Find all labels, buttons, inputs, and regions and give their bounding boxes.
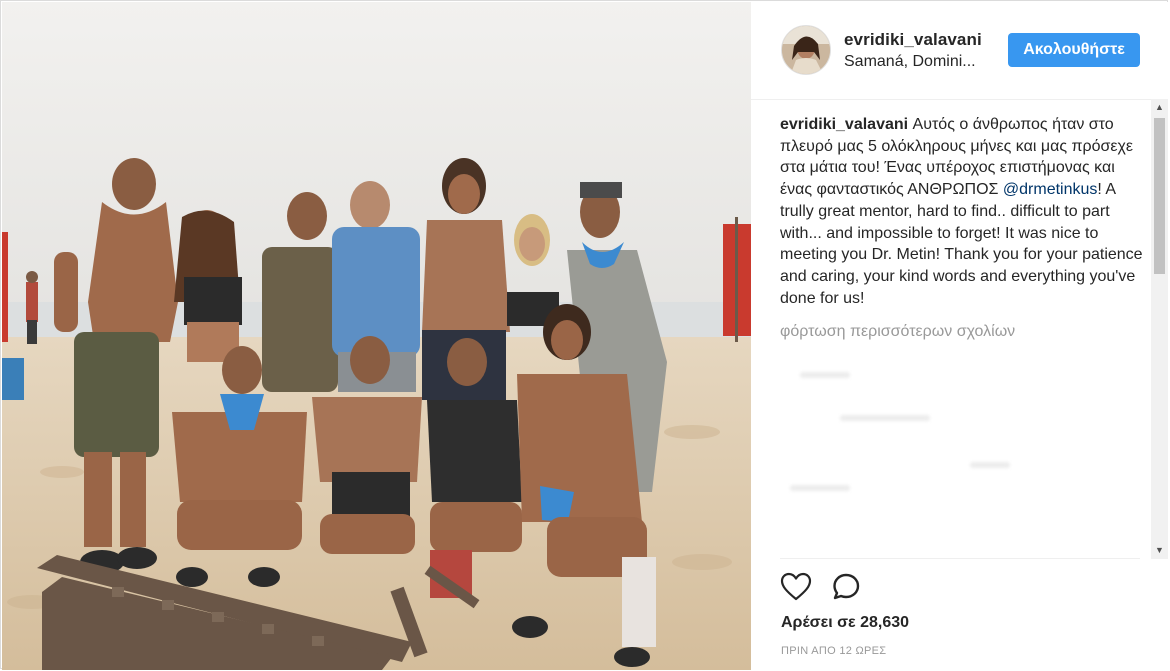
post-header: evridiki_valavani Samaná, Domini... Ακολ…: [751, 2, 1168, 100]
caption-mention-link[interactable]: @drmetinkus: [1003, 181, 1098, 198]
blurred-comment-area: [780, 367, 1150, 497]
likes-count[interactable]: Αρέσει σε 28,630: [781, 614, 909, 632]
post-caption: evridiki_valavani Αυτός ο άνθρωπος ήταν …: [780, 114, 1150, 309]
user-avatar[interactable]: [781, 25, 831, 75]
post-location[interactable]: Samaná, Domini...: [844, 53, 976, 71]
speech-bubble-outline-icon[interactable]: [831, 572, 863, 602]
post-timestamp[interactable]: ΠΡΙΝ ΑΠΟ 12 ΩΡΕΣ: [781, 645, 886, 657]
caption-username[interactable]: evridiki_valavani: [780, 116, 908, 133]
post-author-username[interactable]: evridiki_valavani: [844, 30, 982, 50]
post-actions: [780, 572, 980, 602]
follow-button[interactable]: Ακολουθήστε: [1008, 33, 1140, 67]
group-photo-image: [2, 2, 751, 670]
post-photo[interactable]: [2, 2, 751, 670]
triangle-up-icon[interactable]: ▲: [1151, 99, 1168, 116]
comments-section: evridiki_valavani Αυτός ο άνθρωπος ήταν …: [780, 112, 1150, 558]
post-details-panel: evridiki_valavani Samaná, Domini... Ακολ…: [751, 2, 1168, 670]
section-divider: [780, 558, 1140, 559]
avatar-image: [782, 26, 830, 74]
comments-scrollbar[interactable]: ▲ ▼: [1151, 99, 1168, 559]
scrollbar-thumb[interactable]: [1154, 118, 1165, 274]
post-modal: evridiki_valavani Samaná, Domini... Ακολ…: [0, 0, 1168, 670]
heart-outline-icon[interactable]: [780, 572, 812, 602]
load-more-comments-link[interactable]: φόρτωση περισσότερων σχολίων: [780, 323, 1150, 341]
caption-text-part2: ! A trully great mentor, hard to find.. …: [780, 181, 1143, 307]
triangle-down-icon[interactable]: ▼: [1151, 542, 1168, 559]
